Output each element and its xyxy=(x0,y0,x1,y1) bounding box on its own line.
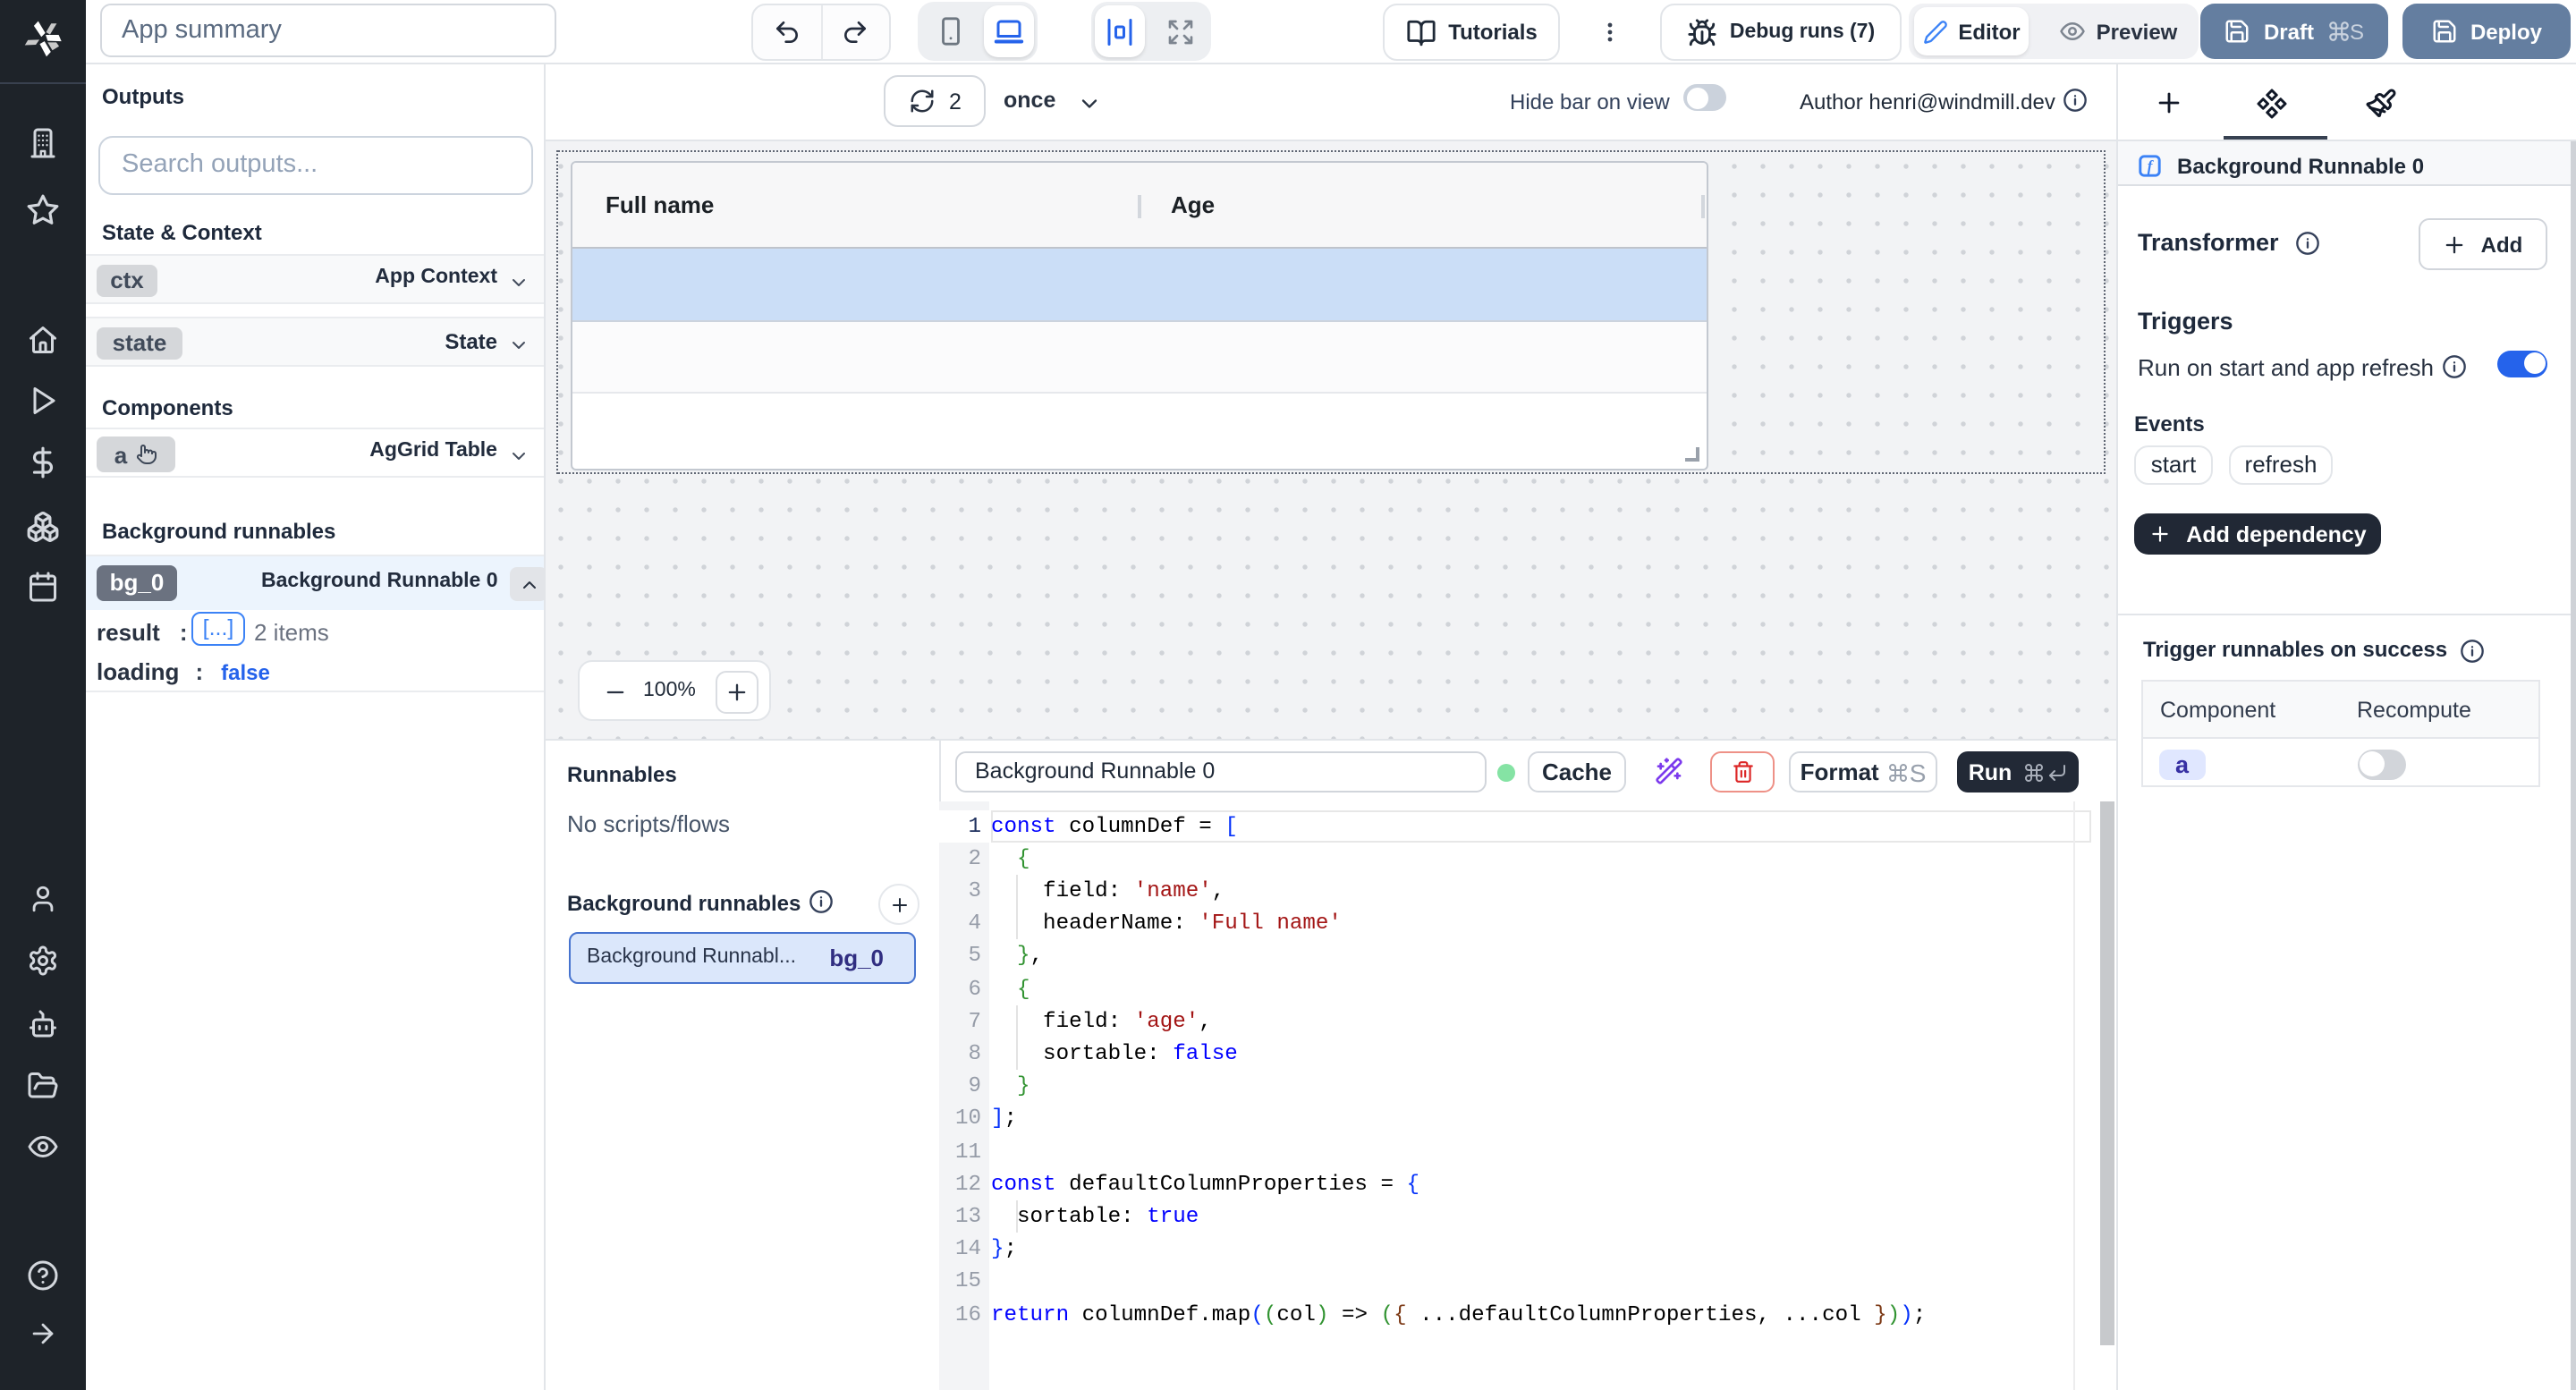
svg-text:f: f xyxy=(2147,157,2154,174)
